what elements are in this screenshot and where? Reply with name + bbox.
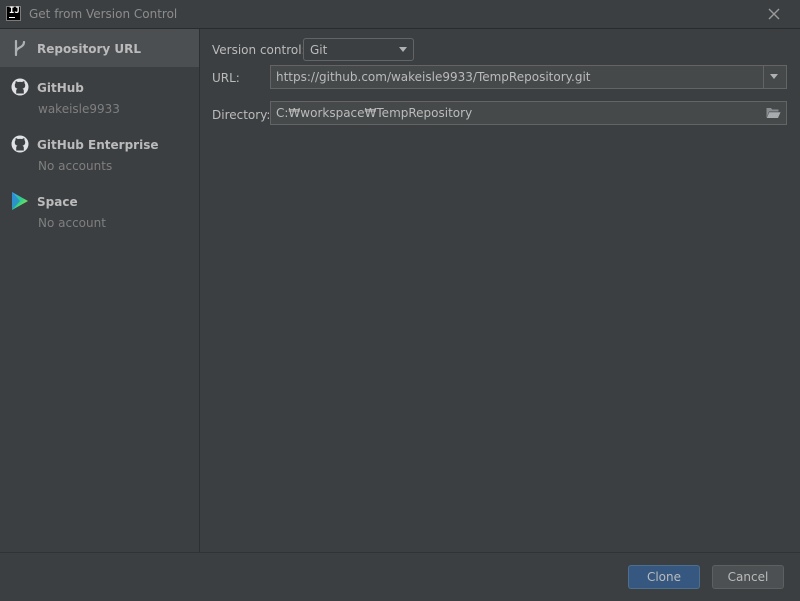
chevron-down-icon bbox=[770, 74, 778, 79]
vcs-branch-icon bbox=[11, 39, 29, 57]
sidebar-item-label: GitHub Enterprise bbox=[37, 138, 159, 152]
window-title: Get from Version Control bbox=[29, 7, 178, 21]
sidebar-item-repository-url[interactable]: Repository URL bbox=[0, 29, 199, 67]
sidebar-item-github[interactable]: GitHub wakeisle9933 bbox=[0, 70, 199, 124]
url-input[interactable] bbox=[271, 66, 764, 88]
title-bar: IJ Get from Version Control bbox=[0, 0, 800, 29]
sidebar-item-github-enterprise[interactable]: GitHub Enterprise No accounts bbox=[0, 127, 199, 181]
sidebar-item-account: No accounts bbox=[38, 159, 113, 173]
version-control-label: Version control: bbox=[212, 43, 306, 57]
space-icon bbox=[10, 191, 30, 211]
directory-label: Directory: bbox=[212, 108, 271, 122]
version-control-value: Git bbox=[310, 43, 328, 57]
github-icon bbox=[11, 78, 29, 96]
intellij-app-icon: IJ bbox=[6, 6, 21, 21]
sidebar-item-label: Space bbox=[37, 195, 78, 209]
sidebar-item-label: Repository URL bbox=[37, 42, 141, 56]
sidebar-item-account: wakeisle9933 bbox=[38, 102, 120, 116]
main-panel: Version control: Git URL: Directory: bbox=[200, 29, 800, 552]
url-history-dropdown[interactable] bbox=[763, 66, 786, 88]
sidebar: Repository URL GitHub wakeisle9933 GitHu… bbox=[0, 29, 200, 552]
chevron-down-icon bbox=[399, 47, 407, 52]
version-control-select[interactable]: Git bbox=[303, 38, 414, 61]
folder-browse-icon[interactable] bbox=[766, 107, 781, 119]
sidebar-item-space[interactable]: Space No account bbox=[0, 184, 199, 238]
cancel-button[interactable]: Cancel bbox=[712, 565, 784, 589]
github-icon bbox=[11, 135, 29, 153]
clone-button[interactable]: Clone bbox=[628, 565, 700, 589]
sidebar-item-label: GitHub bbox=[37, 81, 84, 95]
url-field[interactable] bbox=[270, 65, 787, 89]
directory-input[interactable] bbox=[271, 102, 761, 124]
dialog-footer: Clone Cancel bbox=[0, 552, 800, 601]
directory-field[interactable] bbox=[270, 101, 787, 125]
close-icon[interactable] bbox=[766, 6, 782, 22]
sidebar-item-account: No account bbox=[38, 216, 106, 230]
url-label: URL: bbox=[212, 71, 240, 85]
